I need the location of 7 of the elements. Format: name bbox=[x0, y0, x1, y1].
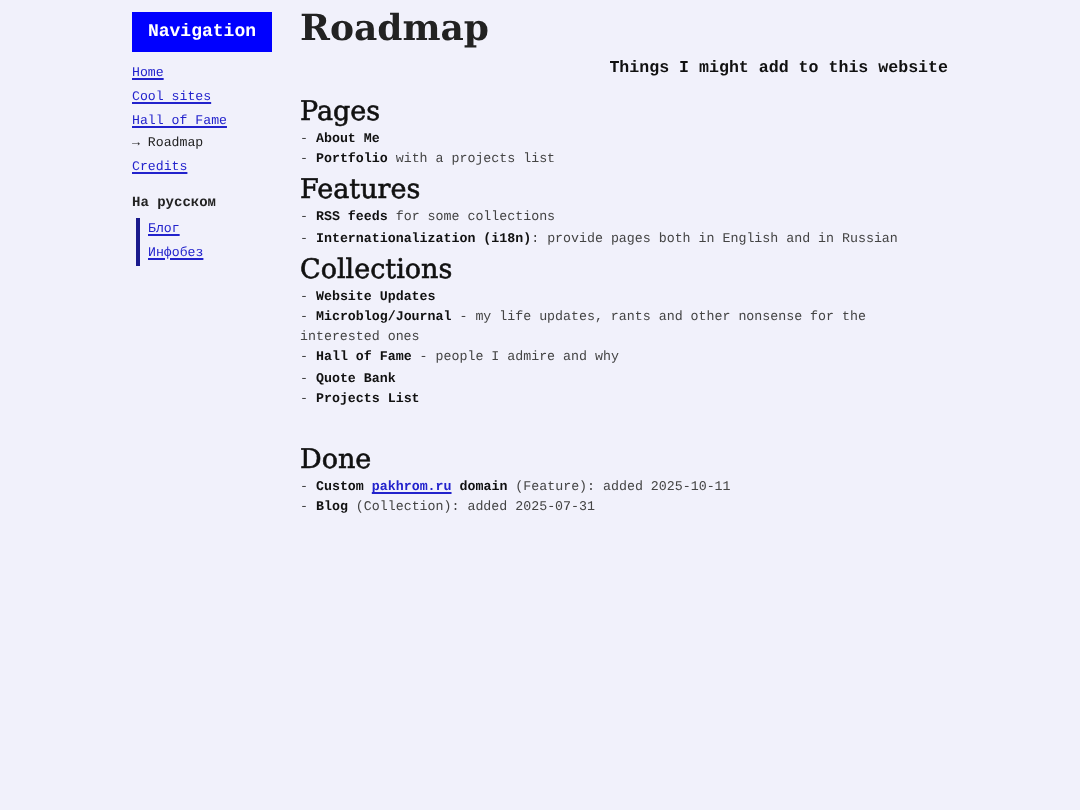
section-heading: Pages bbox=[300, 96, 383, 128]
navigation-title: Navigation bbox=[132, 12, 272, 52]
page-title: Roadmap bbox=[300, 12, 492, 48]
page-subtitle: Things I might add to this website bbox=[607, 60, 948, 78]
section-heading: Features bbox=[300, 174, 423, 207]
section-heading: Done bbox=[300, 444, 372, 477]
section-heading: Collections bbox=[300, 253, 455, 286]
